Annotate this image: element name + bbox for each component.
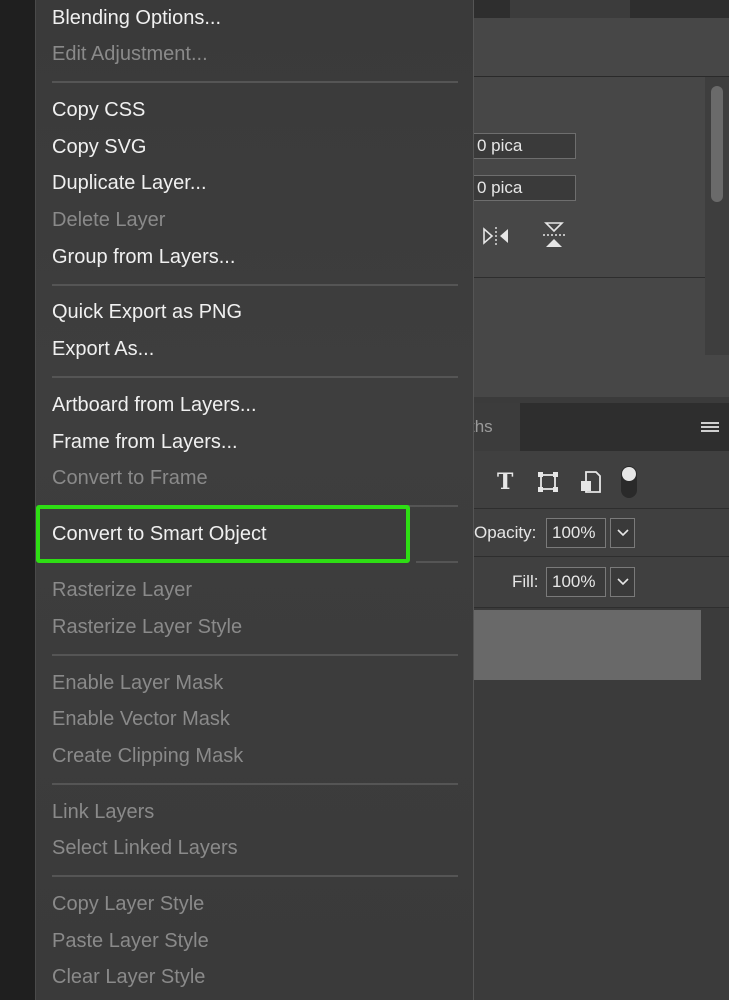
fill-row: Fill: 100% <box>470 557 729 608</box>
tab-libraries[interactable] <box>510 0 630 18</box>
left-gutter <box>0 0 35 1000</box>
menu-separator <box>52 284 458 286</box>
menu-item-copy-layer-style: Copy Layer Style <box>52 893 205 915</box>
menu-item-link-layers: Link Layers <box>52 801 155 823</box>
opacity-input[interactable]: 100% <box>546 518 606 548</box>
menu-item-convert-to-frame: Convert to Frame <box>52 467 208 489</box>
panel-menu-icon[interactable] <box>701 422 719 434</box>
flip-vertical-icon[interactable] <box>542 221 566 255</box>
properties-panel: 0 pica 0 pica <box>470 77 729 397</box>
opacity-label: Opacity: <box>474 523 537 542</box>
properties-scroll-thumb[interactable] <box>711 86 723 202</box>
menu-item-clear-layer-style: Clear Layer Style <box>52 966 206 988</box>
menu-item-frame-from-layers[interactable]: Frame from Layers... <box>52 431 238 454</box>
menu-item-artboard-from-layers[interactable]: Artboard from Layers... <box>52 394 257 417</box>
smart-object-filter-icon[interactable] <box>580 471 602 499</box>
y-position-field[interactable]: 0 pica <box>470 175 576 201</box>
menu-item-enable-vector-mask: Enable Vector Mask <box>52 708 230 730</box>
menu-separator <box>52 81 458 83</box>
menu-item-export-as[interactable]: Export As... <box>52 338 154 361</box>
menu-item-delete-layer: Delete Layer <box>52 209 166 231</box>
fill-label: Fill: <box>512 572 539 591</box>
chevron-down-icon <box>616 578 629 586</box>
menu-item-create-clipping-mask: Create Clipping Mask <box>52 745 244 767</box>
menu-item-blending-options[interactable]: Blending Options... <box>52 7 221 30</box>
properties-divider <box>470 277 729 278</box>
opacity-row: Opacity: 100% <box>470 509 729 557</box>
menu-separator <box>52 376 458 378</box>
menu-item-enable-layer-mask: Enable Layer Mask <box>52 672 224 694</box>
menu-item-duplicate-layer[interactable]: Duplicate Layer... <box>52 172 207 195</box>
menu-item-copy-css[interactable]: Copy CSS <box>52 99 145 122</box>
menu-item-paste-layer-style: Paste Layer Style <box>52 930 209 952</box>
menu-separator <box>52 875 458 877</box>
menu-item-quick-export-png[interactable]: Quick Export as PNG <box>52 301 242 324</box>
fill-dropdown[interactable] <box>610 567 635 597</box>
menu-item-edit-adjustment: Edit Adjustment... <box>52 43 208 65</box>
opacity-dropdown[interactable] <box>610 518 635 548</box>
chevron-down-icon <box>616 529 629 537</box>
shape-filter-icon[interactable] <box>537 471 559 499</box>
menu-item-rasterize-layer-style: Rasterize Layer Style <box>52 616 243 638</box>
filter-toggle-icon[interactable] <box>620 465 638 505</box>
layer-filter-toolbar: T <box>470 451 729 509</box>
menu-separator <box>52 654 458 656</box>
menu-item-copy-svg[interactable]: Copy SVG <box>52 136 146 159</box>
layers-tab-bar: ths <box>470 403 729 451</box>
menu-separator <box>416 561 458 563</box>
menu-item-select-linked-layers: Select Linked Layers <box>52 837 238 859</box>
fill-input[interactable]: 100% <box>546 567 606 597</box>
menu-item-group-from-layers[interactable]: Group from Layers... <box>52 246 235 269</box>
top-tab-bar <box>470 0 729 18</box>
tab-paths[interactable]: ths <box>470 403 520 451</box>
properties-header <box>470 18 729 77</box>
layer-context-menu: Blending Options... Edit Adjustment... C… <box>35 0 474 1000</box>
flip-horizontal-icon[interactable] <box>482 225 510 253</box>
type-filter-icon[interactable]: T <box>497 469 513 495</box>
x-position-field[interactable]: 0 pica <box>470 133 576 159</box>
right-panels: 0 pica 0 pica ths T Opacity: 100% Fill: … <box>470 0 729 1000</box>
layer-row-selected[interactable] <box>470 610 701 680</box>
menu-item-rasterize-layer: Rasterize Layer <box>52 579 193 601</box>
menu-separator <box>52 783 458 785</box>
highlight-box <box>36 505 410 563</box>
